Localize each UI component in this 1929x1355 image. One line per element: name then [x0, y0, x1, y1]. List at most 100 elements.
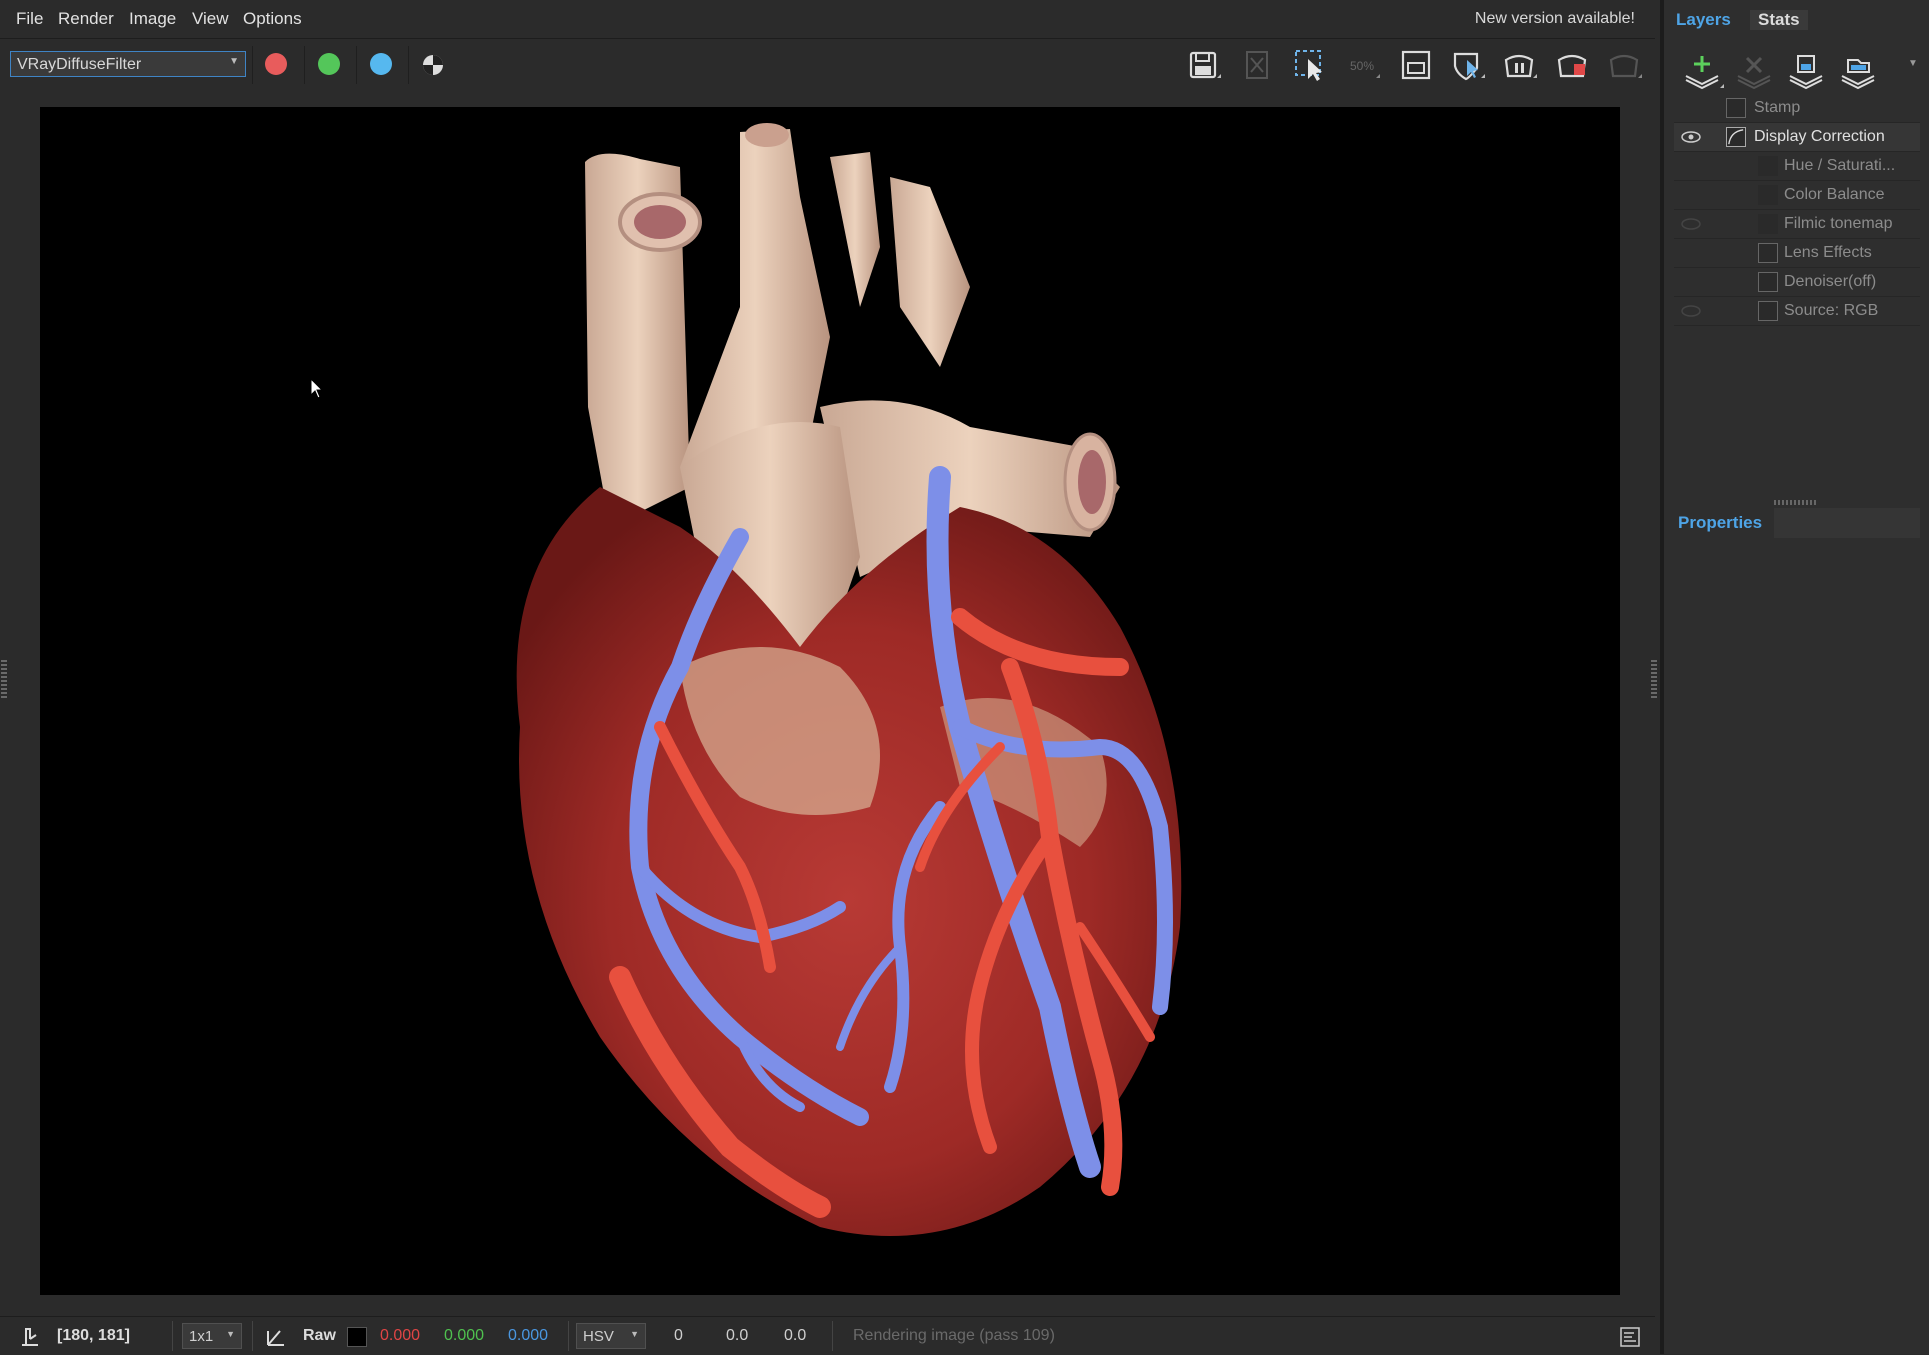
render-button[interactable] — [1604, 46, 1644, 84]
menu-render[interactable]: Render — [58, 9, 114, 29]
hue-icon — [1758, 156, 1778, 176]
render-channel-value: VRayDiffuseFilter — [17, 56, 142, 73]
layer-label: Filmic tonemap — [1784, 215, 1893, 232]
delete-layer-icon — [1737, 56, 1771, 90]
blue-channel-button[interactable] — [370, 53, 392, 75]
toolbar: VRayDiffuseFilter ▼ 50% — [0, 40, 1655, 90]
divider — [252, 1321, 253, 1351]
zoom-label: 50% — [1350, 59, 1374, 73]
color-space-dropdown[interactable]: HSV ▼ — [576, 1323, 646, 1349]
properties-bar — [1774, 508, 1920, 538]
tab-layers[interactable]: Layers — [1676, 10, 1731, 30]
red-channel-button[interactable] — [265, 53, 287, 75]
stamp-icon — [1726, 98, 1746, 118]
render-viewport[interactable] — [40, 107, 1620, 1295]
right-panel: Layers Stats ▼ Stamp Display Correction … — [1660, 0, 1929, 1354]
panel-splitter[interactable] — [1774, 500, 1818, 505]
layer-denoiser[interactable]: Denoiser(off) — [1674, 268, 1920, 297]
divider — [172, 1321, 173, 1351]
blue-value: 0.000 — [508, 1327, 549, 1344]
color-space-value: HSV — [583, 1328, 614, 1345]
save-layers-button[interactable] — [1784, 50, 1828, 90]
save-icon — [1189, 51, 1221, 79]
layer-stamp[interactable]: Stamp — [1674, 94, 1920, 123]
hue-value: 0 — [674, 1327, 683, 1344]
properties-label: Properties — [1678, 513, 1763, 532]
left-resize-grip[interactable] — [1, 660, 7, 700]
eye-icon[interactable] — [1678, 303, 1704, 319]
divider — [252, 46, 253, 84]
alpha-channel-button[interactable] — [414, 46, 452, 84]
save-button[interactable] — [1183, 46, 1223, 84]
log-icon[interactable] — [1620, 1327, 1640, 1347]
load-layers-button[interactable] — [1836, 50, 1880, 90]
divider — [568, 1321, 569, 1351]
chevron-down-icon[interactable]: ▼ — [1908, 58, 1918, 69]
add-layer-button[interactable] — [1680, 50, 1724, 90]
divider — [304, 46, 305, 84]
region-select-icon — [1295, 50, 1322, 81]
save-layers-icon — [1789, 55, 1823, 90]
divider — [832, 1321, 833, 1351]
source-icon — [1758, 301, 1778, 321]
teapot-icon — [1609, 54, 1642, 78]
layer-hue-saturation[interactable]: Hue / Saturati... — [1674, 152, 1920, 181]
red-value: 0.000 — [380, 1327, 421, 1344]
menu-file[interactable]: File — [16, 9, 43, 29]
right-resize-grip[interactable] — [1651, 660, 1657, 700]
color-swatch — [347, 1327, 367, 1347]
add-layer-icon — [1685, 56, 1724, 90]
saturation-value: 0.0 — [726, 1327, 749, 1344]
divider — [356, 46, 357, 84]
menu-view[interactable]: View — [192, 9, 229, 29]
divider — [408, 46, 409, 84]
sample-size-dropdown[interactable]: 1x1 ▼ — [182, 1323, 242, 1349]
clear-icon — [1246, 51, 1268, 79]
alpha-icon — [423, 55, 443, 75]
shield-cursor-icon — [1453, 52, 1485, 81]
lock-cursor-icon[interactable] — [18, 1325, 42, 1347]
load-layers-icon — [1841, 59, 1875, 90]
teapot-stop-icon — [1557, 54, 1587, 78]
color-picker-icon[interactable] — [264, 1325, 288, 1347]
layer-label: Source: RGB — [1784, 302, 1879, 319]
zoom-button[interactable]: 50% — [1342, 46, 1382, 84]
layer-label: Stamp — [1754, 99, 1801, 116]
frame-button[interactable] — [1395, 46, 1435, 84]
layer-filmic-tonemap[interactable]: Filmic tonemap — [1674, 210, 1920, 239]
green-channel-button[interactable] — [318, 53, 340, 75]
stop-render-button[interactable] — [1552, 46, 1592, 84]
properties-header: Properties — [1674, 508, 1920, 538]
layer-lens-effects[interactable]: Lens Effects — [1674, 239, 1920, 268]
menu-bar: File Render Image View Options New versi… — [0, 0, 1655, 39]
menu-image[interactable]: Image — [129, 9, 176, 29]
color-mode-label[interactable]: Raw — [303, 1327, 336, 1345]
menu-options[interactable]: Options — [243, 9, 302, 29]
delete-layer-button[interactable] — [1732, 50, 1776, 90]
render-interactive-button[interactable] — [1499, 46, 1539, 84]
layer-label: Display Correction — [1754, 128, 1885, 145]
curve-icon — [1726, 127, 1746, 147]
region-render-button[interactable] — [1289, 46, 1329, 84]
render-channel-dropdown[interactable]: VRayDiffuseFilter ▼ — [10, 51, 246, 77]
clear-image-button[interactable] — [1237, 46, 1277, 84]
layer-list: Stamp Display Correction Hue / Saturati.… — [1674, 94, 1920, 326]
rendered-heart-image — [516, 123, 1182, 1236]
layer-display-correction[interactable]: Display Correction — [1674, 123, 1920, 152]
layer-source-rgb[interactable]: Source: RGB — [1674, 297, 1920, 326]
chevron-down-icon: ▼ — [630, 1329, 639, 1339]
tab-stats[interactable]: Stats — [1750, 10, 1808, 30]
chevron-down-icon: ▼ — [229, 56, 239, 67]
zoom-icon: 50% — [1350, 59, 1380, 78]
sample-size-value: 1x1 — [189, 1328, 214, 1345]
new-version-notice[interactable]: New version available! — [1475, 10, 1635, 28]
denoiser-icon — [1758, 272, 1778, 292]
layers-toolbar: ▼ — [1664, 44, 1929, 92]
track-mouse-button[interactable] — [1447, 46, 1487, 84]
eye-icon[interactable] — [1678, 216, 1704, 232]
frame-icon — [1401, 50, 1431, 80]
layer-label: Hue / Saturati... — [1784, 157, 1896, 174]
value-value: 0.0 — [784, 1327, 807, 1344]
eye-icon[interactable] — [1678, 129, 1704, 145]
layer-color-balance[interactable]: Color Balance — [1674, 181, 1920, 210]
